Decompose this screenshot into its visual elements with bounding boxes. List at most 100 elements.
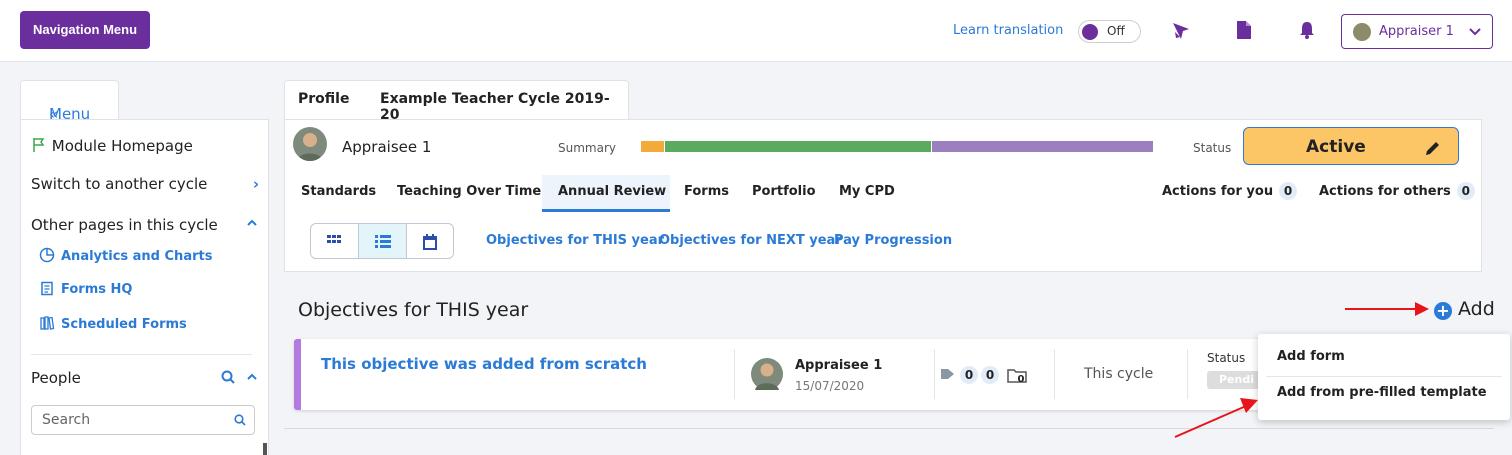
subtab-forms[interactable]: Forms	[684, 184, 729, 199]
annotation-arrow-up-right	[1174, 398, 1258, 438]
tag-count: 0	[960, 366, 978, 384]
objective-counters: 000	[941, 366, 1030, 389]
module-homepage-label: Module Homepage	[51, 137, 193, 155]
learn-translation-link[interactable]: Learn translation	[953, 23, 1063, 38]
subtab-annual-review[interactable]: Annual Review	[558, 184, 666, 199]
objective-title[interactable]: This objective was added from scratch	[321, 355, 647, 373]
top-bar: Navigation Menu Learn translation Off Ap…	[0, 0, 1512, 62]
actions-for-you-label: Actions for you	[1162, 184, 1274, 199]
add-label: Add	[1458, 298, 1495, 320]
status-active-button[interactable]: Active	[1243, 127, 1459, 165]
objective-status-label: Status	[1207, 351, 1246, 365]
grid-view-button[interactable]	[311, 224, 359, 258]
objectives-this-year-link[interactable]: Objectives for THIS year	[486, 233, 664, 248]
sidebar-scrollbar[interactable]	[263, 443, 267, 455]
people-search-input[interactable]	[32, 406, 222, 434]
module-homepage-link[interactable]: Module Homepage	[31, 137, 193, 155]
plus-icon: +	[1434, 302, 1452, 320]
grid-icon	[327, 235, 341, 243]
analytics-link[interactable]: Analytics and Charts	[39, 247, 212, 264]
add-from-template-item[interactable]: Add from pre-filled template	[1277, 385, 1487, 400]
summary-bar-segment	[665, 141, 931, 152]
status-label: Status	[1193, 141, 1232, 155]
list-view-button[interactable]	[359, 224, 407, 258]
people-label: People	[31, 369, 81, 387]
chevron-up-icon	[245, 216, 259, 234]
chart-icon	[39, 247, 55, 263]
analytics-label: Analytics and Charts	[61, 249, 213, 264]
document-icon[interactable]	[1236, 20, 1258, 42]
clipboard-icon	[41, 281, 53, 296]
switch-cycle-link[interactable]: Switch to another cycle ›	[31, 175, 261, 193]
avatar	[293, 127, 327, 161]
objective-date: 15/07/2020	[795, 379, 865, 393]
summary-label: Summary	[558, 141, 616, 155]
search-icon[interactable]	[221, 370, 235, 388]
avatar	[1353, 23, 1371, 41]
subtab-standards[interactable]: Standards	[301, 184, 376, 199]
objective-person: Appraisee 1	[795, 358, 883, 373]
books-icon	[40, 316, 55, 330]
actions-for-others-label: Actions for others	[1319, 184, 1451, 199]
add-form-item[interactable]: Add form	[1277, 349, 1345, 364]
search-icon	[234, 414, 246, 426]
folder-count: 0	[1017, 374, 1025, 385]
divider	[934, 349, 935, 399]
objective-card[interactable]: This objective was added from scratch Ap…	[294, 339, 1294, 410]
flag-icon	[33, 138, 45, 152]
add-dropdown-menu: Add form Add from pre-filled template	[1258, 334, 1510, 420]
tab-profile[interactable]: Profile	[298, 91, 349, 107]
profile-card: Appraisee 1 Summary Status Active Standa…	[284, 119, 1482, 272]
user-menu-button[interactable]: Appraiser 1	[1341, 14, 1493, 49]
actions-for-others[interactable]: Actions for others 0	[1319, 182, 1475, 200]
switch-cycle-label: Switch to another cycle	[31, 175, 208, 193]
avatar	[751, 358, 783, 390]
other-pages-label: Other pages in this cycle	[31, 216, 218, 234]
rocket-icon[interactable]	[1170, 20, 1192, 42]
sidebar: Module Homepage Switch to another cycle …	[20, 119, 269, 455]
comment-count: 0	[981, 366, 999, 384]
divider	[1187, 349, 1188, 399]
menu-separator	[1266, 376, 1502, 377]
user-name: Appraiser 1	[1379, 24, 1454, 39]
other-pages-toggle[interactable]: Other pages in this cycle	[31, 216, 261, 234]
people-section: People	[31, 369, 261, 387]
view-switch	[310, 223, 454, 259]
calendar-view-button[interactable]	[407, 224, 453, 258]
pay-progression-link[interactable]: Pay Progression	[834, 233, 952, 248]
profile-tabs: Profile Example Teacher Cycle 2019-20	[284, 80, 629, 123]
people-search	[31, 405, 255, 435]
subtab-my-cpd[interactable]: My CPD	[839, 184, 895, 199]
list-icon	[375, 235, 391, 248]
navigation-menu-button[interactable]: Navigation Menu	[20, 11, 151, 49]
summary-bar-segment	[641, 141, 664, 152]
summary-bar-segment	[932, 141, 1153, 152]
objectives-title: Objectives for THIS year	[298, 299, 529, 321]
toggle-label: Off	[1107, 24, 1125, 38]
toggle-knob	[1082, 24, 1098, 40]
tag-icon	[941, 369, 954, 379]
scheduled-forms-link[interactable]: Scheduled Forms	[39, 315, 187, 332]
objective-cycle: This cycle	[1084, 366, 1154, 382]
actions-for-you[interactable]: Actions for you 0	[1162, 182, 1298, 200]
chevron-right-icon: ›	[252, 175, 259, 193]
chevron-down-icon	[1468, 22, 1482, 44]
appraisee-name: Appraisee 1	[342, 138, 432, 156]
divider	[1054, 349, 1055, 399]
actions-for-others-count: 0	[1456, 182, 1475, 200]
active-subtab-underline	[542, 209, 670, 212]
forms-hq-label: Forms HQ	[61, 282, 133, 297]
chevron-up-icon[interactable]	[245, 370, 259, 388]
bell-icon[interactable]	[1298, 20, 1320, 42]
actions-for-you-count: 0	[1279, 182, 1298, 200]
sidebar-divider	[31, 354, 252, 355]
pencil-icon	[1426, 142, 1439, 155]
forms-hq-link[interactable]: Forms HQ	[39, 280, 132, 297]
translation-toggle[interactable]: Off	[1078, 20, 1141, 43]
subtab-teaching-over-time[interactable]: Teaching Over Time	[397, 184, 541, 199]
objectives-next-year-link[interactable]: Objectives for NEXT year	[659, 233, 842, 248]
status-value: Active	[1306, 137, 1366, 157]
divider	[734, 349, 735, 399]
menu-tab[interactable]: « Menu	[20, 80, 119, 123]
subtab-portfolio[interactable]: Portfolio	[752, 184, 816, 199]
